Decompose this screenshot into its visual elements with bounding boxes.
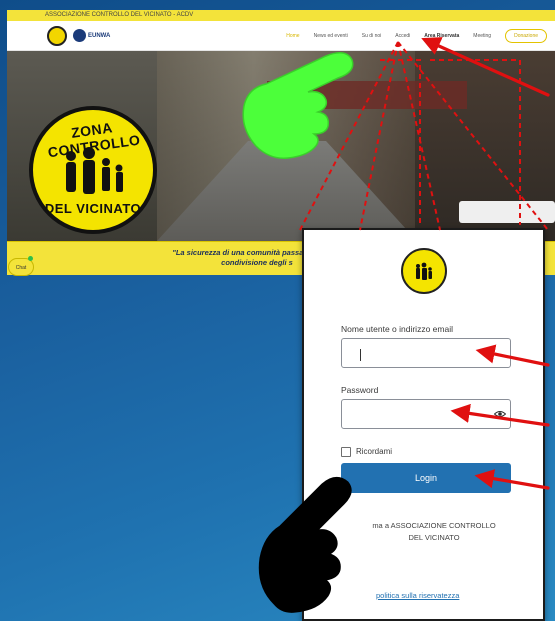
nav-item-meeting[interactable]: Meeting: [473, 33, 491, 39]
badge-bottom-text: DEL VICINATO: [44, 201, 142, 216]
eunwa-logo-text: EUNWA: [88, 32, 111, 39]
login-panel: Nome utente o indirizzo email Password R…: [302, 228, 545, 621]
login-logo: [401, 248, 447, 294]
username-input[interactable]: [341, 338, 511, 368]
family-silhouette-icon: [416, 262, 432, 280]
back-link-line-1: ma a ASSOCIAZIONE CONTROLLO: [372, 521, 496, 530]
password-label: Password: [341, 385, 379, 395]
nav-item-reserved-area[interactable]: Area Riservata: [424, 33, 459, 39]
eunwa-logo-mark: [73, 29, 86, 42]
hero-awning: [267, 81, 467, 109]
remember-me-label: Ricordami: [356, 447, 393, 456]
nav-menu: Home News ed eventi Su di noi Accedi Are…: [286, 28, 547, 43]
nav-item-about[interactable]: Su di noi: [362, 33, 381, 39]
site-navbar: EUNWA Home News ed eventi Su di noi Acce…: [7, 21, 555, 51]
zona-controllo-badge: ZONA CONTROLLO DEL VICINATO: [29, 106, 157, 234]
eunwa-logo[interactable]: EUNWA: [73, 29, 110, 42]
nav-item-access[interactable]: Accedi: [395, 33, 410, 39]
eye-icon[interactable]: [494, 410, 506, 418]
acdv-logo[interactable]: [47, 25, 67, 46]
nav-item-news[interactable]: News ed eventi: [314, 33, 348, 39]
text-caret: [360, 349, 361, 361]
hero-image: ZONA CONTROLLO DEL VICINATO: [7, 51, 555, 241]
site-topbar: ASSOCIAZIONE CONTROLLO DEL VICINATO - AC…: [7, 10, 555, 21]
back-link-line-2: DEL VICINATO: [408, 533, 460, 542]
badge-inner: ZONA CONTROLLO DEL VICINATO: [33, 110, 153, 230]
username-label: Nome utente o indirizzo email: [341, 324, 453, 334]
back-to-site-link[interactable]: ma a ASSOCIAZIONE CONTROLLO DEL VICINATO: [364, 520, 504, 544]
privacy-policy-link[interactable]: politica sulla riservatezza: [376, 591, 459, 600]
chat-online-indicator: [28, 256, 33, 261]
login-button[interactable]: Login: [341, 463, 511, 493]
donate-button[interactable]: Donazione: [505, 28, 547, 43]
family-silhouette-icon: [66, 147, 123, 194]
remember-me-checkbox[interactable]: [341, 447, 351, 457]
nav-logos: EUNWA: [47, 25, 110, 46]
hero-street: [157, 141, 417, 241]
nav-item-home[interactable]: Home: [286, 33, 299, 39]
password-input[interactable]: [341, 399, 511, 429]
hero-table: [459, 201, 555, 223]
